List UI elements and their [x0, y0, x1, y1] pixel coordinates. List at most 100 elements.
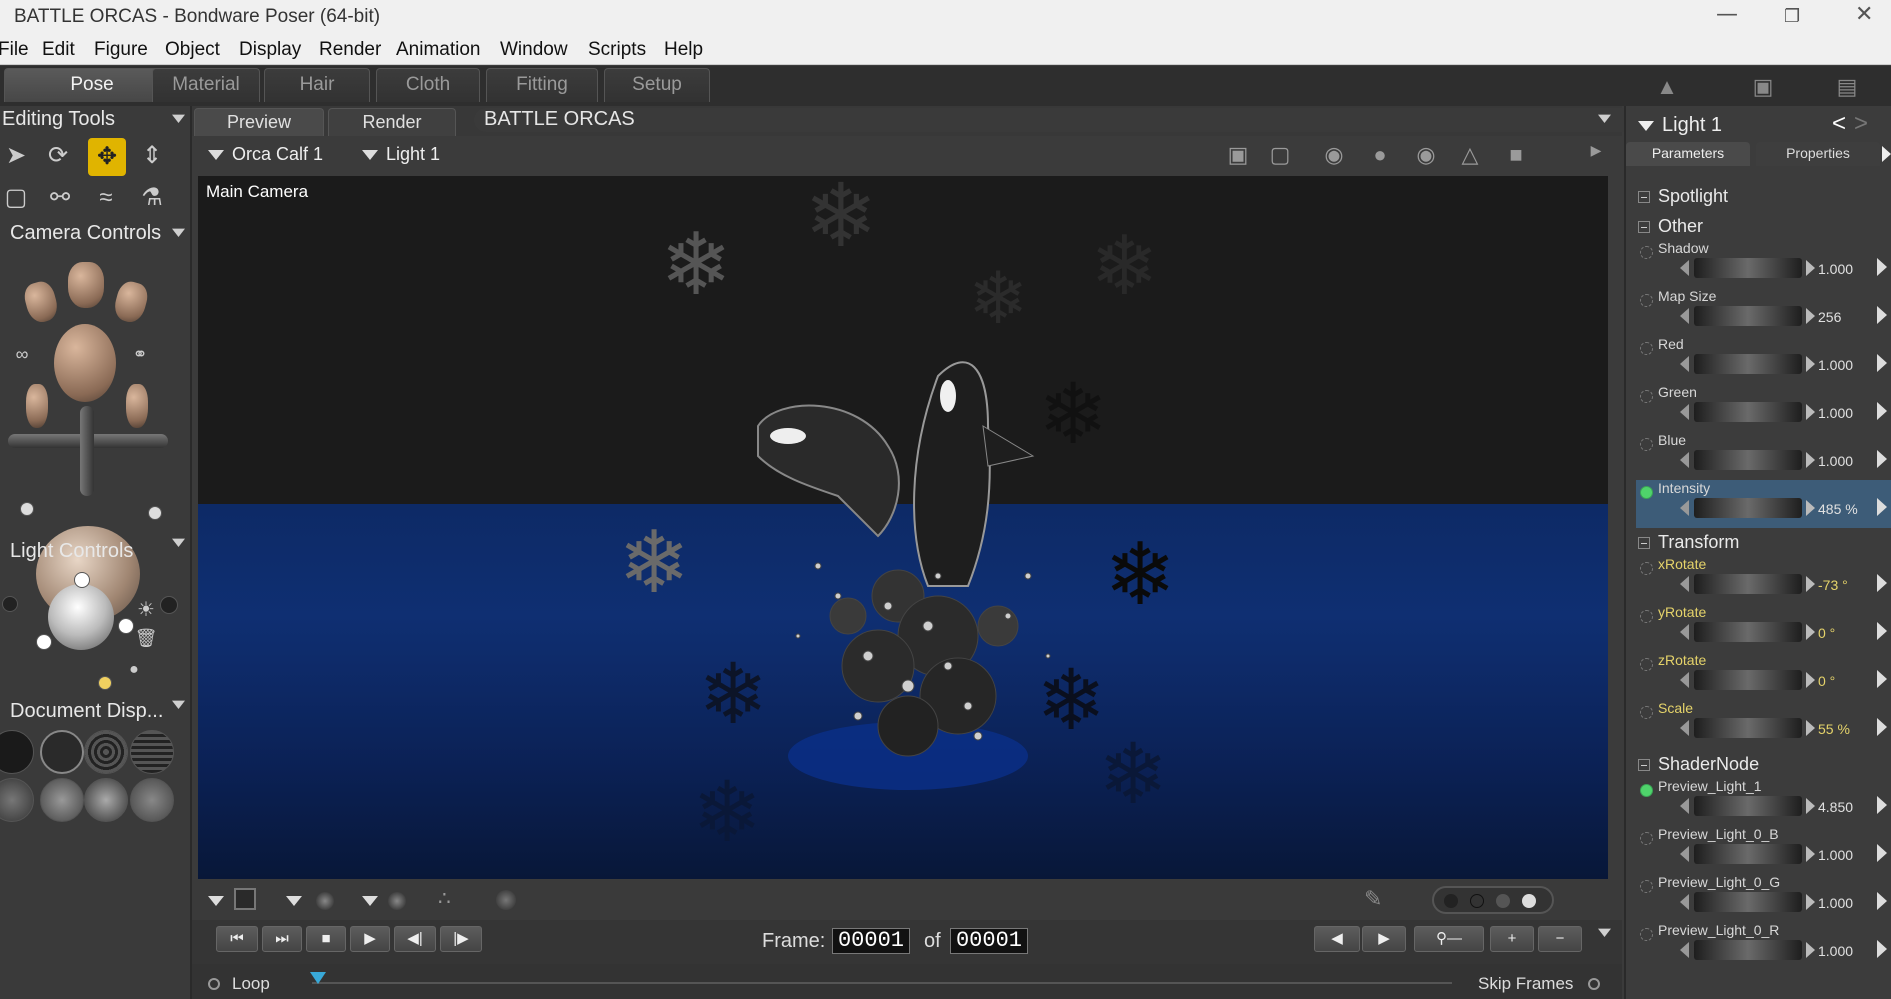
- key-icon[interactable]: ⚲—: [1414, 926, 1484, 952]
- select-arrow-icon[interactable]: ➤: [0, 140, 32, 172]
- timeline-track[interactable]: [312, 982, 1452, 984]
- section-transform[interactable]: Transform: [1638, 532, 1739, 553]
- menu-file[interactable]: File: [0, 39, 29, 61]
- display-flat-shaded-icon[interactable]: [40, 778, 84, 822]
- total-frames-field[interactable]: 00001: [950, 928, 1028, 954]
- dial-slider[interactable]: [1694, 892, 1802, 912]
- parameter-value[interactable]: 1.000: [1818, 261, 1868, 277]
- display-smooth-icon[interactable]: [130, 778, 174, 822]
- chat-icon[interactable]: ▣: [1748, 74, 1778, 99]
- decrement-arrow-icon[interactable]: [1680, 798, 1689, 814]
- decrement-arrow-icon[interactable]: [1680, 672, 1689, 688]
- parameter-dial[interactable]: yRotate 0 °: [1636, 604, 1891, 652]
- increment-arrow-icon[interactable]: [1806, 846, 1815, 862]
- panel-menu-icon[interactable]: [172, 538, 185, 548]
- translate-icon[interactable]: ✥: [88, 138, 126, 176]
- group-camera-icon[interactable]: ■: [1500, 142, 1532, 168]
- increment-arrow-icon[interactable]: [1806, 894, 1815, 910]
- parameter-menu-icon[interactable]: [1877, 796, 1887, 814]
- camera-icon[interactable]: ▣: [1222, 142, 1254, 168]
- increment-arrow-icon[interactable]: [1806, 576, 1815, 592]
- tab-fitting[interactable]: Fitting: [486, 68, 598, 102]
- keyframe-indicator-icon[interactable]: [1640, 658, 1653, 671]
- display-wireframe-icon[interactable]: [84, 730, 128, 774]
- increment-arrow-icon[interactable]: [1806, 308, 1815, 324]
- keyframe-indicator-icon[interactable]: [1640, 390, 1653, 403]
- parameter-menu-icon[interactable]: [1877, 306, 1887, 324]
- play-button[interactable]: ▶: [350, 926, 390, 952]
- restore-icon[interactable]: ❐: [1784, 6, 1800, 27]
- knob-icon[interactable]: [20, 502, 34, 516]
- sphere-display-icon[interactable]: [316, 892, 334, 910]
- dial-slider[interactable]: [1694, 940, 1802, 960]
- head-camera-icon[interactable]: [68, 262, 104, 308]
- menu-edit[interactable]: Edit: [42, 39, 75, 61]
- stop-button[interactable]: ■: [306, 926, 346, 952]
- loop-radio[interactable]: [208, 978, 220, 990]
- parameter-dial[interactable]: Preview_Light_1 4.850: [1636, 778, 1891, 826]
- knob-icon[interactable]: [148, 506, 162, 520]
- next-actor-icon[interactable]: >: [1854, 110, 1868, 138]
- parameter-value[interactable]: 256: [1818, 309, 1868, 325]
- decrement-arrow-icon[interactable]: [1680, 452, 1689, 468]
- preview-sphere-icon[interactable]: [388, 892, 406, 910]
- parameter-dial[interactable]: zRotate 0 °: [1636, 652, 1891, 700]
- minimize-icon[interactable]: —: [1716, 2, 1738, 27]
- tab-setup[interactable]: Setup: [604, 68, 710, 102]
- parameter-value[interactable]: 1.000: [1818, 943, 1868, 959]
- keyframe-indicator-icon[interactable]: [1640, 342, 1653, 355]
- decrement-arrow-icon[interactable]: [1680, 846, 1689, 862]
- increment-arrow-icon[interactable]: [1806, 404, 1815, 420]
- keyframe-indicator-icon[interactable]: [1640, 294, 1653, 307]
- parameter-value[interactable]: 1.000: [1818, 405, 1868, 421]
- tab-preview[interactable]: Preview: [194, 108, 324, 136]
- keyframe-indicator-icon[interactable]: [1640, 610, 1653, 623]
- left-hand-camera-icon[interactable]: [21, 278, 61, 326]
- morph-brush-icon[interactable]: ⚗: [136, 182, 168, 214]
- decrement-arrow-icon[interactable]: [1680, 894, 1689, 910]
- display-style-dropdown-icon[interactable]: [208, 896, 224, 906]
- ui-dot-1-icon[interactable]: [1444, 894, 1458, 908]
- dial-slider[interactable]: [1694, 622, 1802, 642]
- parameter-menu-icon[interactable]: [1877, 574, 1887, 592]
- parameter-dial[interactable]: Intensity 485 %: [1636, 480, 1891, 528]
- section-other[interactable]: Other: [1638, 216, 1703, 237]
- parameter-dial[interactable]: Map Size 256: [1636, 288, 1891, 336]
- dial-slider[interactable]: [1694, 498, 1802, 518]
- parameter-dial[interactable]: Shadow 1.000: [1636, 240, 1891, 288]
- decrement-arrow-icon[interactable]: [1680, 576, 1689, 592]
- parameter-menu-icon[interactable]: [1877, 450, 1887, 468]
- parameter-dial[interactable]: Red 1.000: [1636, 336, 1891, 384]
- tab-material[interactable]: Material: [152, 68, 260, 102]
- dial-slider[interactable]: [1694, 796, 1802, 816]
- first-frame-button[interactable]: ⏮: [216, 926, 258, 952]
- dial-slider[interactable]: [1694, 670, 1802, 690]
- dial-slider[interactable]: [1694, 574, 1802, 594]
- bell-icon[interactable]: ▲: [1652, 74, 1682, 99]
- menu-scripts[interactable]: Scripts: [588, 39, 646, 61]
- face-camera-icon[interactable]: [54, 324, 116, 402]
- previous-frame-button[interactable]: ◀|: [394, 926, 436, 952]
- render-sphere-icon[interactable]: ◉: [1410, 142, 1442, 168]
- parameter-menu-icon[interactable]: [1877, 498, 1887, 516]
- display-hidden-line-icon[interactable]: [130, 730, 174, 774]
- panel-menu-icon[interactable]: [172, 114, 185, 124]
- decrement-arrow-icon[interactable]: [1680, 624, 1689, 640]
- next-key-button[interactable]: ▶: [1362, 926, 1406, 952]
- parameter-dial[interactable]: Preview_Light_0_B 1.000: [1636, 826, 1891, 874]
- previous-key-button[interactable]: ◀: [1314, 926, 1360, 952]
- increment-arrow-icon[interactable]: [1806, 452, 1815, 468]
- dial-slider[interactable]: [1694, 354, 1802, 374]
- ui-dot-2-icon[interactable]: [1470, 894, 1484, 908]
- dial-slider[interactable]: [1694, 718, 1802, 738]
- timeline-playhead-icon[interactable]: [310, 972, 326, 984]
- right-hand-camera-icon[interactable]: [111, 278, 151, 326]
- parameter-value[interactable]: 0 °: [1818, 673, 1868, 689]
- playback-menu-icon[interactable]: [1598, 928, 1611, 938]
- dial-slider[interactable]: [1694, 306, 1802, 326]
- ground-icon[interactable]: △: [1454, 142, 1486, 168]
- preview-mode-dropdown-icon[interactable]: [362, 896, 378, 906]
- ruler-icon[interactable]: ✎: [1364, 886, 1382, 912]
- keyframe-indicator-icon[interactable]: [1640, 832, 1653, 845]
- display-silhouette-icon[interactable]: [0, 730, 34, 774]
